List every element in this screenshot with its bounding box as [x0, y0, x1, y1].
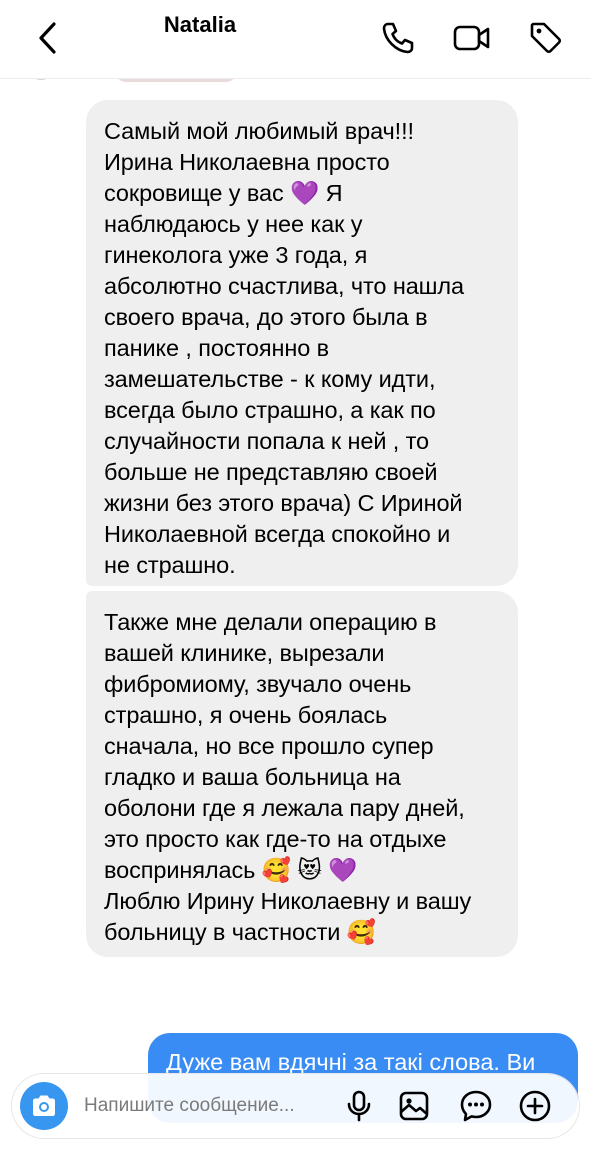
chat-title[interactable]: Natalia [0, 12, 400, 38]
incoming-message[interactable]: Также мне делали операцию в вашей клиник… [86, 591, 518, 957]
sticker-button[interactable] [456, 1086, 496, 1126]
message-input[interactable] [84, 1090, 334, 1122]
message-composer [12, 1074, 579, 1138]
plus-circle-icon [518, 1089, 552, 1123]
phone-icon [380, 20, 416, 56]
video-camera-icon [452, 22, 492, 54]
voice-message-button[interactable] [339, 1086, 379, 1126]
tag-icon [528, 20, 564, 56]
camera-icon [30, 1094, 58, 1118]
sticker-chat-icon [459, 1089, 493, 1123]
tag-button[interactable] [526, 18, 566, 58]
call-button[interactable] [378, 18, 418, 58]
chat-header: Natalia [0, 0, 591, 79]
image-icon [398, 1090, 430, 1122]
camera-button[interactable] [20, 1082, 68, 1130]
video-call-button[interactable] [452, 18, 492, 58]
more-button[interactable] [515, 1086, 555, 1126]
incoming-message[interactable]: Самый мой любимый врач!!! Ирина Николаев… [86, 100, 518, 586]
microphone-icon [345, 1089, 373, 1123]
gallery-button[interactable] [394, 1086, 434, 1126]
